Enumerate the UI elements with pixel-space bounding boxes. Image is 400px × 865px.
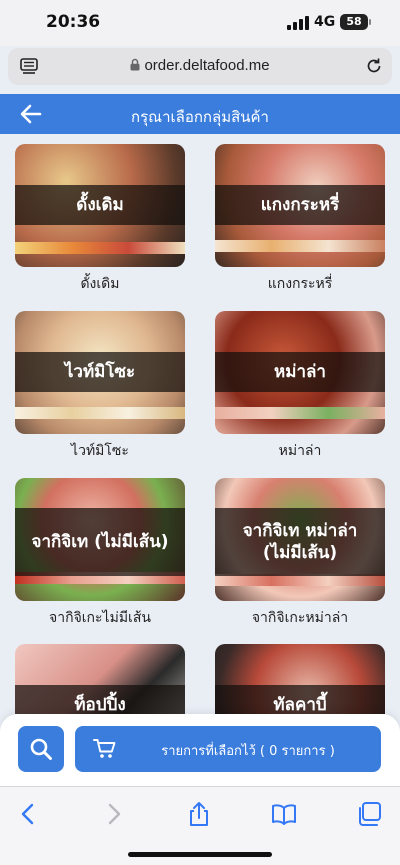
category-label: แกงกระหรี่ (267, 276, 333, 292)
category-image: ดั้งเดิม (15, 144, 185, 267)
status-bar: 20:36 4G 58 (0, 0, 400, 46)
category-grid: ดั้งเดิม ดั้งเดิม แกงกระหรี่ แกงกระหรี่ … (0, 134, 400, 714)
battery-tip (369, 19, 371, 25)
home-indicator (128, 852, 272, 857)
book-icon[interactable] (271, 801, 297, 827)
back-icon[interactable] (15, 801, 41, 827)
category-card-topping[interactable]: ท็อปปิ้ง (15, 644, 185, 714)
cart-label: รายการที่เลือกไว้ ( 0 รายการ ) (161, 744, 335, 759)
bottom-action-bar: รายการที่เลือกไว้ ( 0 รายการ ) (0, 714, 400, 786)
forward-icon[interactable] (101, 801, 127, 827)
category-label: จากิจิเกะหม่าล่า (251, 610, 349, 626)
category-label: ไวท์มิโซะ (71, 443, 129, 459)
category-card-original[interactable]: ดั้งเดิม ดั้งเดิม (15, 144, 185, 295)
lock-icon (130, 58, 140, 71)
tabs-icon[interactable] (356, 801, 382, 827)
category-image: ไวท์มิโซะ (15, 311, 185, 434)
category-card-mala[interactable]: หม่าล่า หม่าล่า (215, 311, 385, 462)
reload-icon[interactable] (365, 57, 383, 75)
category-card-jakijige-mala[interactable]: จากิจิเท หม่าล่า (ไม่มีเส้น) จากิจิเกะหม… (215, 478, 385, 629)
category-label: จากิจิเกะไม่มีเส้น (49, 610, 151, 626)
category-image: แกงกระหรี่ (215, 144, 385, 267)
category-banner: ทัลคาบี้ (215, 685, 385, 714)
category-label: ดั้งเดิม (80, 276, 120, 292)
status-time: 20:36 (46, 12, 101, 32)
cart-icon (93, 739, 116, 758)
category-banner: จากิจิเท (ไม่มีเส้น) (15, 508, 185, 576)
category-label: หม่าล่า (278, 443, 322, 459)
category-card-curry[interactable]: แกงกระหรี่ แกงกระหรี่ (215, 144, 385, 295)
category-image: จากิจิเท หม่าล่า (ไม่มีเส้น) (215, 478, 385, 601)
url-text: order.deltafood.me (144, 57, 270, 74)
category-image: ทัลคาบี้ (215, 644, 385, 714)
category-image: หม่าล่า (215, 311, 385, 434)
category-banner: ท็อปปิ้ง (15, 685, 185, 714)
search-button[interactable] (18, 726, 64, 772)
category-card-jakijige[interactable]: จากิจิเท (ไม่มีเส้น) จากิจิเกะไม่มีเส้น (15, 478, 185, 629)
url-bar[interactable]: order.deltafood.me (8, 48, 392, 85)
url-field[interactable]: order.deltafood.me (8, 57, 392, 74)
category-card-white-miso[interactable]: ไวท์มิโซะ ไวท์มิโซะ (15, 311, 185, 462)
category-image: ท็อปปิ้ง (15, 644, 185, 714)
network-label: 4G (314, 14, 336, 30)
battery-icon: 58 (340, 14, 368, 30)
category-card-dakgalbi[interactable]: ทัลคาบี้ (215, 644, 385, 714)
category-banner: ดั้งเดิม (15, 185, 185, 225)
cart-button[interactable]: รายการที่เลือกไว้ ( 0 รายการ ) (75, 726, 381, 772)
search-icon (30, 738, 52, 760)
page-header: กรุณาเลือกกลุ่มสินค้า (0, 94, 400, 134)
category-image: จากิจิเท (ไม่มีเส้น) (15, 478, 185, 601)
category-banner: จากิจิเท หม่าล่า (ไม่มีเส้น) (215, 508, 385, 576)
signal-icon (287, 16, 309, 30)
category-banner: หม่าล่า (215, 352, 385, 392)
page-title: กรุณาเลือกกลุ่มสินค้า (131, 108, 269, 126)
category-banner: ไวท์มิโซะ (15, 352, 185, 392)
category-banner: แกงกระหรี่ (215, 185, 385, 225)
share-icon[interactable] (186, 801, 212, 827)
